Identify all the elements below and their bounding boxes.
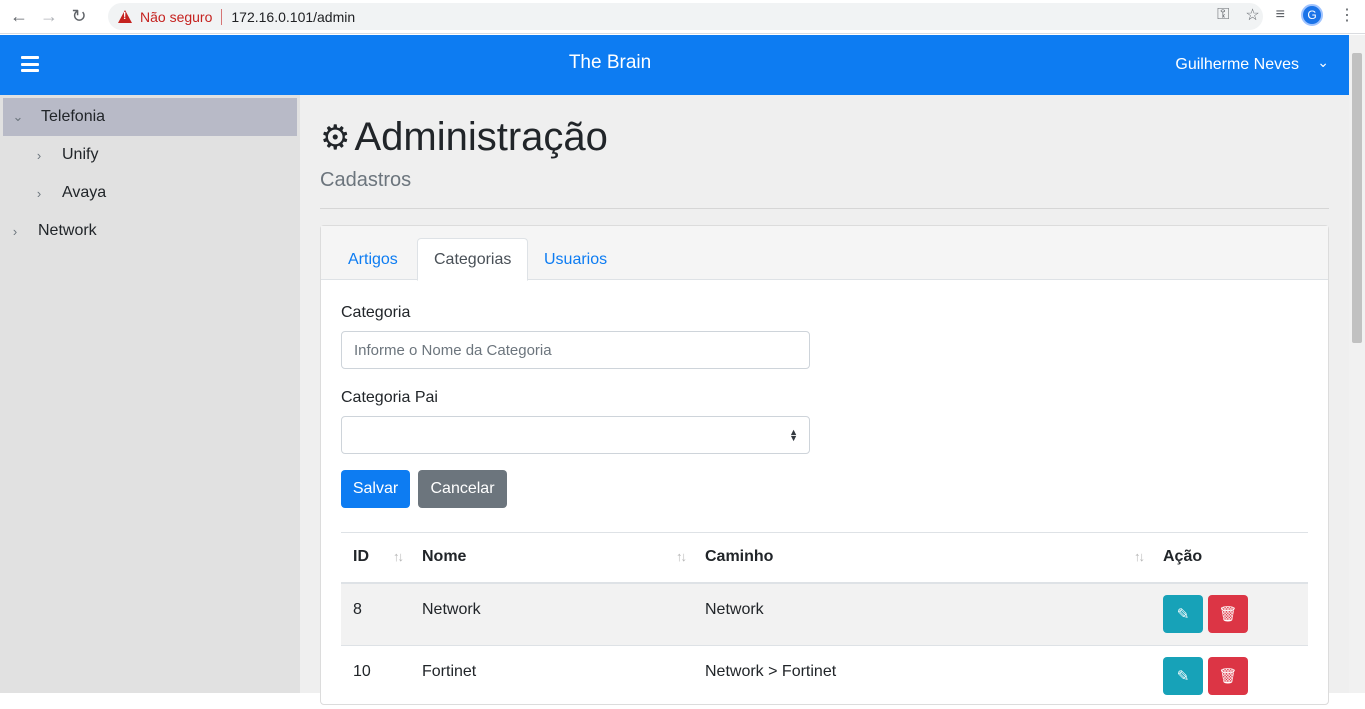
page-subtitle: Cadastros <box>320 169 412 191</box>
select-arrows-icon: ▲ ▼ <box>789 427 798 443</box>
tab-usuarios[interactable]: Usuarios <box>528 238 623 281</box>
parent-category-select[interactable]: ▲ ▼ <box>341 416 810 454</box>
column-header-caminho[interactable]: Caminho ↑↓ <box>693 532 1151 584</box>
tab-artigos[interactable]: Artigos <box>332 238 414 281</box>
url-text[interactable]: 172.16.0.101/admin <box>231 9 355 25</box>
tree-node-unify[interactable]: › Unify <box>30 136 99 174</box>
save-button[interactable]: Salvar <box>341 470 410 508</box>
sidebar-tree: ⌄ Telefonia › Unify › Avaya › Network <box>0 95 300 693</box>
column-header-id[interactable]: ID ↑↓ <box>341 532 410 584</box>
page-title: ⚙ Administração <box>320 115 608 160</box>
browser-toolbar: ← → ↻ Não seguro 172.16.0.101/admin ⚿ ☆ … <box>0 0 1365 34</box>
sort-icon[interactable]: ↑↓ <box>393 549 404 564</box>
divider <box>221 8 223 25</box>
categories-table: ID ↑↓ Nome ↑↓ Caminho ↑↓ Ação 8 Network Net… <box>341 532 1308 709</box>
sort-icon[interactable]: ↑↓ <box>1134 549 1145 564</box>
cell-id: 10 <box>341 645 410 709</box>
brand-title[interactable]: The Brain <box>0 52 1220 74</box>
tree-node-label: Telefonia <box>41 108 106 125</box>
table-row: 10 Fortinet Network > Fortinet ✎ 🗑 <box>341 645 1308 709</box>
cell-acao: ✎ 🗑 <box>1151 645 1308 709</box>
admin-card: Artigos Categorias Usuarios Categoria In… <box>320 225 1329 709</box>
cell-caminho: Network <box>693 582 1151 646</box>
tab-categorias[interactable]: Categorias <box>417 238 529 281</box>
kebab-menu-icon[interactable]: ⋮ <box>1339 5 1355 25</box>
tree-node-network[interactable]: › Network <box>6 212 97 250</box>
cell-id: 8 <box>341 582 410 646</box>
app-header: The Brain Guilherme Neves ⌄ <box>0 35 1349 95</box>
tree-node-label: Avaya <box>62 184 107 201</box>
tree-node-telefonia[interactable]: ⌄ Telefonia <box>3 98 297 136</box>
sort-icon[interactable]: ↑↓ <box>676 549 687 564</box>
profile-avatar[interactable]: G <box>1301 4 1323 26</box>
cell-caminho: Network > Fortinet <box>693 645 1151 709</box>
category-label: Categoria <box>341 304 411 321</box>
forward-arrow-icon[interactable]: → <box>38 6 60 28</box>
tab-bar: Artigos Categorias Usuarios <box>321 226 1328 281</box>
delete-trash-icon[interactable]: 🗑 <box>1208 657 1248 695</box>
cancel-button[interactable]: Cancelar <box>418 470 507 508</box>
media-list-icon[interactable]: ≡ <box>1276 6 1285 24</box>
chevron-right-icon[interactable]: › <box>30 186 48 201</box>
user-name[interactable]: Guilherme Neves <box>1175 56 1299 74</box>
chevron-down-icon[interactable]: ⌄ <box>1317 54 1329 71</box>
star-icon[interactable]: ☆ <box>1245 5 1259 25</box>
tree-node-avaya[interactable]: › Avaya <box>30 174 106 212</box>
address-bar[interactable]: Não seguro 172.16.0.101/admin <box>108 3 1263 30</box>
tree-node-label: Unify <box>62 146 99 163</box>
page-scrollbar[interactable] <box>1349 35 1365 693</box>
cell-acao: ✎ 🗑 <box>1151 582 1308 646</box>
category-name-input[interactable]: Informe o Nome da Categoria <box>341 331 810 369</box>
page-title-text: Administração <box>354 115 608 159</box>
parent-category-label: Categoria Pai <box>341 389 438 406</box>
edit-pencil-icon[interactable]: ✎ <box>1163 657 1203 695</box>
warning-icon <box>118 10 132 23</box>
back-arrow-icon[interactable]: ← <box>8 6 30 28</box>
cell-nome: Network <box>410 582 693 646</box>
chevron-right-icon[interactable]: › <box>6 224 24 239</box>
key-icon[interactable]: ⚿ <box>1217 6 1229 24</box>
column-header-nome[interactable]: Nome ↑↓ <box>410 532 693 584</box>
scrollbar-thumb[interactable] <box>1352 53 1362 343</box>
edit-pencil-icon[interactable]: ✎ <box>1163 594 1203 633</box>
table-row: 8 Network Network ✎ 🗑 <box>341 582 1308 646</box>
column-header-acao: Ação <box>1151 532 1308 584</box>
gears-icon: ⚙ <box>320 118 351 157</box>
reload-icon[interactable]: ↻ <box>68 6 90 28</box>
divider <box>320 208 1329 209</box>
chevron-right-icon[interactable]: › <box>30 148 48 163</box>
cell-nome: Fortinet <box>410 645 693 709</box>
tree-node-label: Network <box>38 222 97 239</box>
delete-trash-icon[interactable]: 🗑 <box>1208 594 1248 633</box>
chevron-down-icon[interactable]: ⌄ <box>9 109 27 125</box>
security-label[interactable]: Não seguro <box>140 9 212 25</box>
main-content: ⚙ Administração Cadastros Artigos Catego… <box>300 95 1349 709</box>
